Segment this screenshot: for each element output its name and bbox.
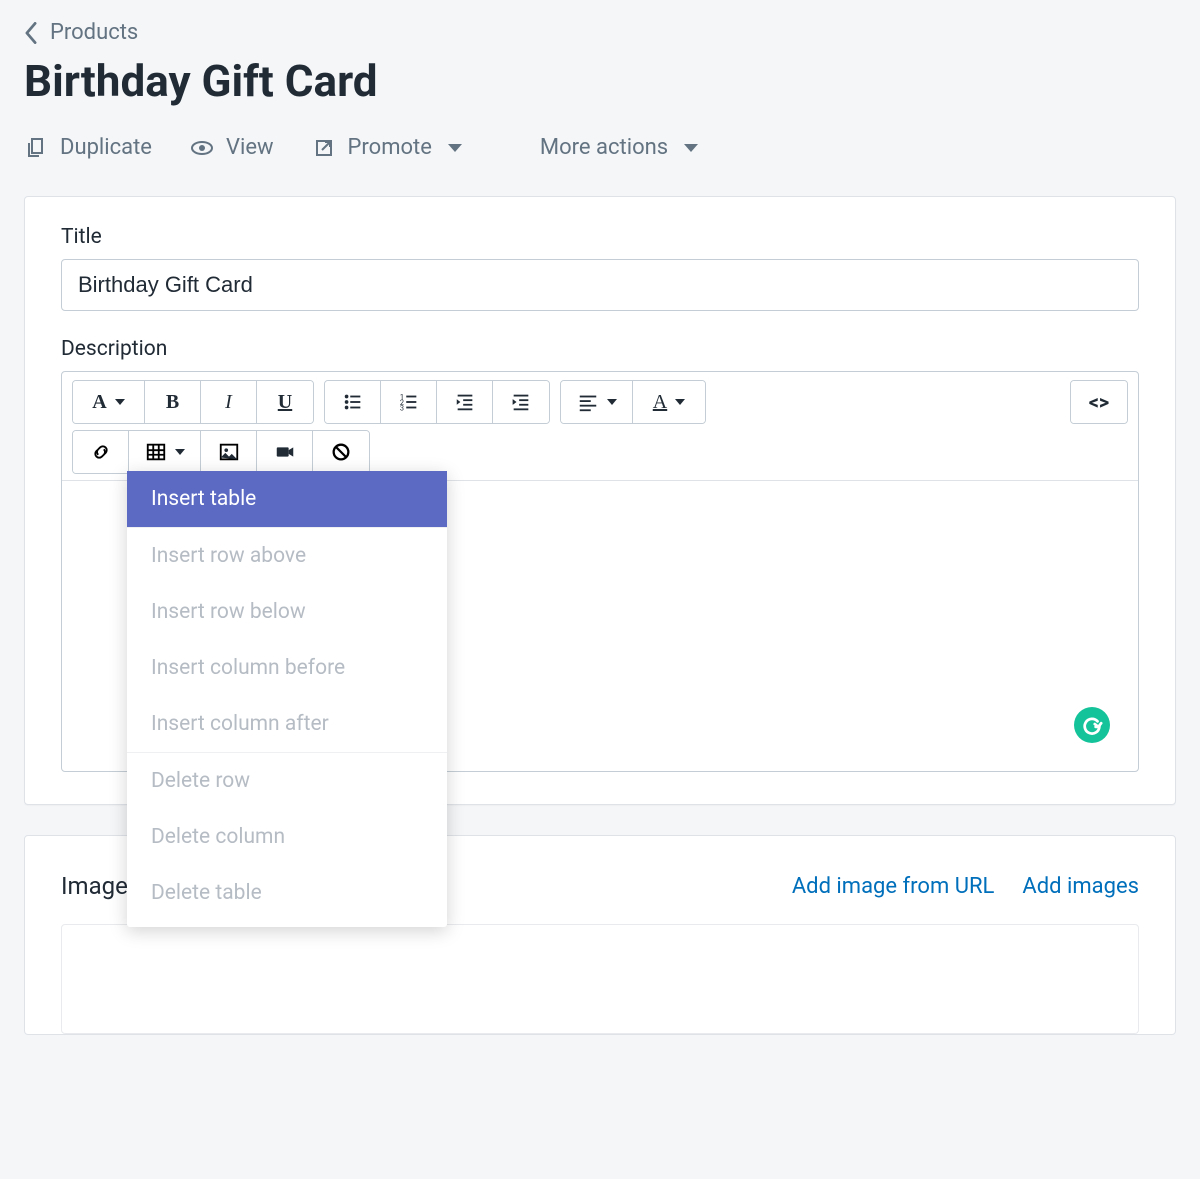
duplicate-icon bbox=[24, 136, 48, 160]
chevron-left-icon bbox=[24, 22, 38, 44]
font-style-button[interactable]: A bbox=[73, 381, 145, 423]
bullet-list-icon bbox=[342, 391, 364, 413]
image-button[interactable] bbox=[201, 431, 257, 473]
external-link-icon bbox=[312, 136, 336, 160]
editor-content-area[interactable]: Insert table Insert row above Insert row… bbox=[62, 481, 1138, 771]
actions-row: Duplicate View Promote More actions bbox=[24, 135, 1176, 160]
title-label: Title bbox=[61, 225, 1139, 249]
breadcrumb-products[interactable]: Products bbox=[24, 20, 138, 45]
menu-insert-col-before[interactable]: Insert column before bbox=[127, 640, 447, 696]
caret-down-icon bbox=[175, 449, 185, 455]
add-images-link[interactable]: Add images bbox=[1022, 874, 1139, 899]
duplicate-label: Duplicate bbox=[60, 135, 152, 160]
menu-delete-row[interactable]: Delete row bbox=[127, 753, 447, 809]
grammarly-badge[interactable] bbox=[1074, 707, 1110, 743]
bold-button[interactable]: B bbox=[145, 381, 201, 423]
caret-down-icon bbox=[115, 399, 125, 405]
code-view-button[interactable]: <> bbox=[1071, 381, 1127, 423]
menu-insert-col-after[interactable]: Insert column after bbox=[127, 696, 447, 753]
image-icon bbox=[218, 441, 240, 463]
caret-down-icon bbox=[607, 399, 617, 405]
italic-button[interactable]: I bbox=[201, 381, 257, 423]
video-icon bbox=[274, 441, 296, 463]
rich-text-editor: A B I U 123 bbox=[61, 371, 1139, 772]
description-label: Description bbox=[61, 337, 1139, 361]
eye-icon bbox=[190, 136, 214, 160]
bullet-list-button[interactable] bbox=[325, 381, 381, 423]
menu-delete-column[interactable]: Delete column bbox=[127, 809, 447, 865]
promote-button[interactable]: Promote bbox=[312, 135, 462, 160]
svg-text:3: 3 bbox=[399, 403, 403, 412]
caret-down-icon bbox=[684, 144, 698, 152]
table-button[interactable] bbox=[129, 431, 201, 473]
image-thumbnail-strip[interactable] bbox=[61, 924, 1139, 1034]
view-button[interactable]: View bbox=[190, 135, 274, 160]
title-description-card: Title Description A B I U bbox=[24, 196, 1176, 805]
table-dropdown-menu: Insert table Insert row above Insert row… bbox=[127, 471, 447, 927]
block-icon bbox=[330, 441, 352, 463]
numbered-list-icon: 123 bbox=[398, 391, 420, 413]
video-button[interactable] bbox=[257, 431, 313, 473]
editor-toolbar: A B I U 123 bbox=[62, 372, 1138, 481]
menu-delete-table[interactable]: Delete table bbox=[127, 865, 447, 921]
indent-icon bbox=[510, 391, 532, 413]
text-color-button[interactable]: A bbox=[633, 381, 705, 423]
align-left-icon bbox=[577, 391, 599, 413]
add-image-url-link[interactable]: Add image from URL bbox=[792, 874, 995, 899]
grammarly-icon bbox=[1081, 714, 1103, 736]
page-title: Birthday Gift Card bbox=[24, 55, 1176, 107]
align-button[interactable] bbox=[561, 381, 633, 423]
underline-button[interactable]: U bbox=[257, 381, 313, 423]
outdent-button[interactable] bbox=[437, 381, 493, 423]
outdent-icon bbox=[454, 391, 476, 413]
title-input[interactable] bbox=[61, 259, 1139, 311]
link-icon bbox=[90, 441, 112, 463]
view-label: View bbox=[226, 135, 274, 160]
menu-insert-table[interactable]: Insert table bbox=[127, 471, 447, 528]
breadcrumb-label: Products bbox=[50, 20, 138, 45]
caret-down-icon bbox=[675, 399, 685, 405]
clear-format-button[interactable] bbox=[313, 431, 369, 473]
menu-insert-row-above[interactable]: Insert row above bbox=[127, 528, 447, 584]
link-button[interactable] bbox=[73, 431, 129, 473]
indent-button[interactable] bbox=[493, 381, 549, 423]
duplicate-button[interactable]: Duplicate bbox=[24, 135, 152, 160]
more-actions-button[interactable]: More actions bbox=[540, 135, 698, 160]
menu-insert-row-below[interactable]: Insert row below bbox=[127, 584, 447, 640]
caret-down-icon bbox=[448, 144, 462, 152]
numbered-list-button[interactable]: 123 bbox=[381, 381, 437, 423]
promote-label: Promote bbox=[348, 135, 432, 160]
more-actions-label: More actions bbox=[540, 135, 668, 160]
table-icon bbox=[145, 441, 167, 463]
